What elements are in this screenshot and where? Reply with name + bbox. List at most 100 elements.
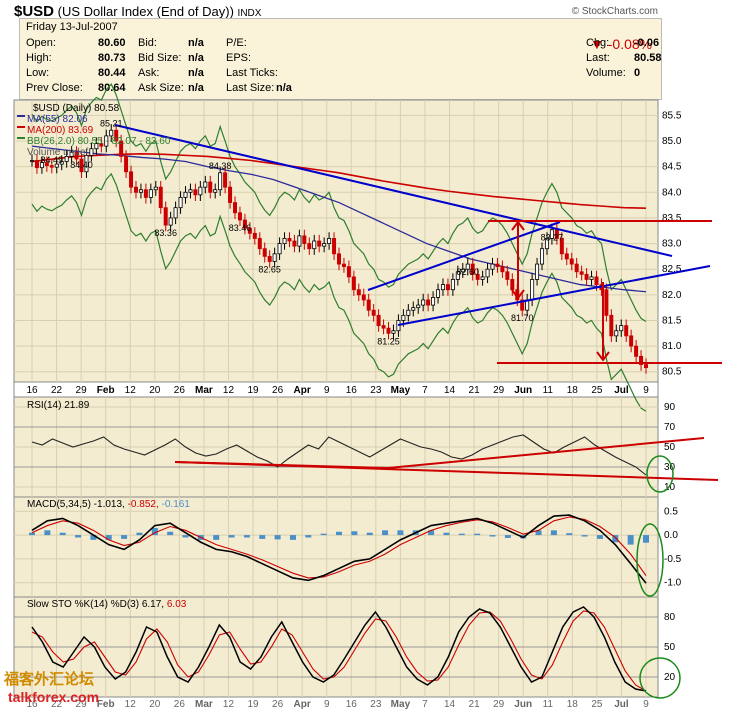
candle-body bbox=[480, 276, 485, 280]
candle-body bbox=[604, 289, 609, 316]
x-tick-label: 16 bbox=[346, 699, 358, 710]
x-tick-label: Jul bbox=[614, 385, 629, 396]
price-annotation: 84.40 bbox=[70, 160, 93, 170]
candle-body bbox=[292, 240, 297, 247]
candle-body bbox=[431, 296, 436, 306]
x-tick-label: 26 bbox=[174, 385, 186, 396]
x-tick-label: 9 bbox=[643, 699, 649, 710]
candle-body bbox=[624, 325, 629, 337]
macd-histogram-bar bbox=[29, 532, 35, 536]
x-tick-label: 21 bbox=[469, 699, 481, 710]
candle-body bbox=[158, 186, 163, 209]
macd-histogram-bar bbox=[581, 535, 588, 537]
candle-body bbox=[203, 181, 208, 188]
legend-swatch bbox=[17, 115, 25, 117]
candle-body bbox=[183, 191, 188, 198]
candle-body bbox=[272, 253, 277, 262]
candle-body bbox=[143, 189, 148, 198]
rsi-tick-label: 70 bbox=[664, 422, 676, 433]
legend-sto: Slow STO %K(14) %D(3) 6.17, 6.03 bbox=[27, 599, 187, 610]
x-tick-label: 20 bbox=[149, 699, 161, 710]
x-tick-label: 12 bbox=[125, 699, 137, 710]
candle-body bbox=[307, 243, 312, 250]
macd-tick-label: 0.0 bbox=[664, 530, 678, 541]
candle-body bbox=[386, 327, 391, 334]
candle-body bbox=[634, 345, 639, 357]
y-tick-label: 80.5 bbox=[662, 367, 682, 378]
candle-body bbox=[510, 279, 515, 291]
candle-body bbox=[312, 240, 317, 250]
candle-body bbox=[237, 212, 242, 221]
x-tick-label: Jun bbox=[514, 699, 532, 710]
macd-histogram-bar bbox=[443, 532, 450, 536]
x-tick-label: 21 bbox=[469, 385, 481, 396]
candle-body bbox=[485, 268, 490, 278]
legend-ma200: MA(200) 83.69 bbox=[27, 125, 94, 136]
candle-body bbox=[168, 217, 173, 226]
candle-body bbox=[411, 307, 416, 311]
candle-body bbox=[277, 243, 282, 255]
macd-histogram-bar bbox=[259, 535, 266, 539]
macd-histogram-bar bbox=[458, 533, 465, 536]
candle-body bbox=[629, 335, 634, 347]
macd-histogram-bar bbox=[75, 535, 82, 538]
candle-body bbox=[371, 309, 376, 316]
macd-histogram-bar bbox=[351, 531, 358, 536]
candle-body bbox=[267, 255, 272, 262]
candle-body bbox=[148, 189, 153, 198]
x-tick-label: May bbox=[391, 699, 411, 710]
candle-body bbox=[530, 279, 535, 301]
candle-body bbox=[341, 263, 346, 268]
candle-body bbox=[356, 289, 361, 296]
candle-body bbox=[436, 289, 441, 298]
x-tick-label: 19 bbox=[247, 385, 259, 396]
candle-body bbox=[574, 263, 579, 273]
price-annotation: 85.21 bbox=[100, 118, 123, 128]
legend-swatch bbox=[17, 137, 25, 139]
legend-main: $USD (Daily) 80.58 bbox=[33, 103, 120, 114]
candle-body bbox=[426, 299, 431, 306]
candle-body bbox=[262, 248, 267, 257]
price-annotation: 83.46 bbox=[229, 223, 252, 233]
legend-swatch bbox=[17, 126, 25, 128]
candle-body bbox=[322, 243, 327, 247]
candle-body bbox=[346, 266, 351, 278]
candle-body bbox=[495, 263, 500, 268]
macd-histogram-bar bbox=[182, 535, 189, 538]
candle-body bbox=[584, 273, 589, 280]
macd-tick-label: -0.5 bbox=[664, 554, 682, 565]
price-annotation: 81.25 bbox=[377, 336, 400, 346]
price-annotation: 81.70 bbox=[511, 313, 534, 323]
macd-histogram-bar bbox=[643, 535, 649, 543]
x-tick-label: Jun bbox=[514, 385, 532, 396]
x-tick-label: 11 bbox=[543, 385, 554, 396]
price-annotation: 83.27 bbox=[541, 233, 564, 243]
candle-body bbox=[644, 364, 649, 369]
candle-body bbox=[440, 284, 445, 291]
legend-rsi: RSI(14) 21.89 bbox=[27, 400, 90, 411]
macd-histogram-bar bbox=[121, 535, 128, 539]
candle-body bbox=[89, 148, 94, 156]
rsi-tick-label: 10 bbox=[664, 482, 676, 493]
legend-macd: MACD(5,34,5) -1.013, -0.852, -0.161 bbox=[27, 499, 190, 510]
x-tick-label: 9 bbox=[643, 385, 649, 396]
x-tick-label: 22 bbox=[51, 385, 63, 396]
candle-body bbox=[193, 189, 198, 196]
sto-tick-label: 50 bbox=[664, 642, 676, 653]
macd-histogram-bar bbox=[566, 533, 573, 536]
candle-body bbox=[163, 207, 168, 226]
x-tick-label: 12 bbox=[223, 385, 235, 396]
candle-body bbox=[133, 186, 138, 193]
y-tick-label: 84.0 bbox=[662, 187, 682, 198]
x-tick-label: 16 bbox=[346, 385, 358, 396]
watermark-site: talkforex.com bbox=[8, 689, 100, 705]
x-tick-label: Feb bbox=[97, 699, 115, 710]
rsi-tick-label: 30 bbox=[664, 462, 676, 473]
x-tick-label: 29 bbox=[493, 385, 505, 396]
macd-histogram-bar bbox=[397, 530, 404, 536]
x-tick-label: 9 bbox=[324, 385, 330, 396]
x-tick-label: 20 bbox=[149, 385, 161, 396]
y-tick-label: 82.0 bbox=[662, 290, 682, 301]
candle-body bbox=[540, 248, 545, 265]
macd-histogram-bar bbox=[627, 535, 634, 545]
